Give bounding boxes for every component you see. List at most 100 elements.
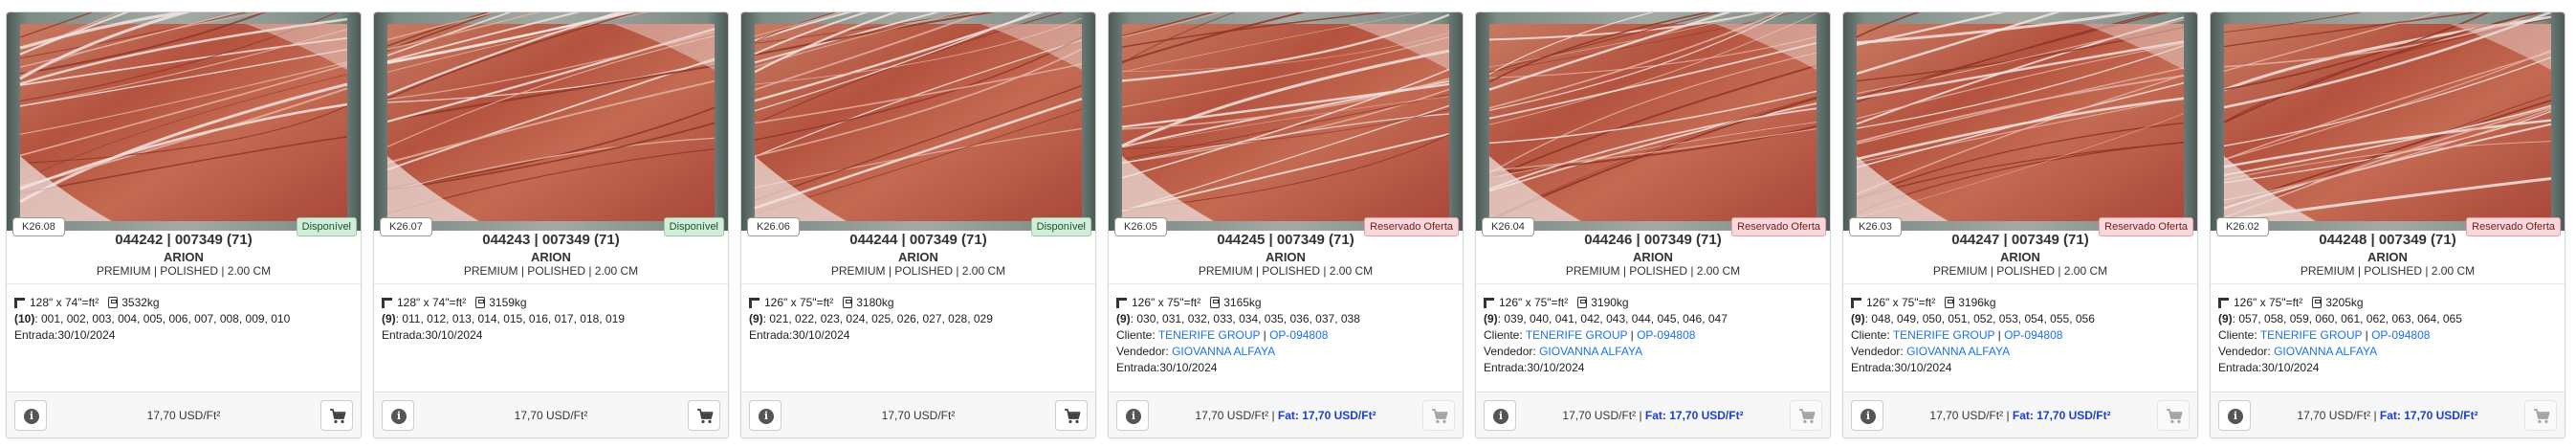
dimensions-icon [382,297,392,308]
divider [374,283,728,284]
location-tag: K26.08 [12,217,65,236]
seller-link[interactable]: GIOVANNA ALFAYA [1172,345,1275,358]
status-badge: Reservado Oferta [1731,217,1826,236]
seller-link[interactable]: GIOVANNA ALFAYA [1906,345,2010,358]
divider [7,283,361,284]
slab-details: 126" x 75"=ft² 3205kg (9): 057, 058, 059… [2218,294,2559,376]
slab-card-6[interactable]: K26.03 Reservado Oferta 044247 | 007349 … [1842,11,2198,438]
weight: 3532kg [121,295,160,309]
weight: 3205kg [2325,295,2364,309]
material-spec: PREMIUM | POLISHED | 2.00 CM [463,264,639,278]
add-to-cart-button[interactable] [1422,400,1455,431]
slab-card-2[interactable]: K26.07 Disponível 044243 | 007349 (71) A… [373,11,729,438]
seller-row: Vendedor: GIOVANNA ALFAYA [1484,344,1824,360]
slab-image [1856,12,2185,221]
material-name: ARION [2000,250,2040,264]
add-to-cart-button[interactable] [2524,400,2557,431]
add-to-cart-button[interactable] [320,400,353,431]
seller-link[interactable]: GIOVANNA ALFAYA [1539,345,1642,358]
slab-photo[interactable] [741,12,1095,231]
client-link[interactable]: TENERIFE GROUP [1158,328,1260,342]
weight-icon [108,297,119,308]
dimensions: 126" x 75"=ft² [764,295,834,309]
cart-icon [697,409,714,424]
cart-icon [1799,409,1816,424]
seller-label: Vendedor: [1851,345,1907,358]
slab-card-1[interactable]: K26.08 Disponível 044242 | 007349 (71) A… [6,11,362,438]
seller-link[interactable]: GIOVANNA ALFAYA [2274,345,2377,358]
slab-count: (10) [14,312,35,325]
op-link[interactable]: OP-094808 [1269,328,1328,342]
slab-photo[interactable] [374,12,728,231]
cart-icon [1065,409,1081,424]
slab-details: 126" x 75"=ft² 3180kg (9): 021, 022, 023… [749,294,1090,344]
slab-card-3[interactable]: K26.06 Disponível 044244 | 007349 (71) A… [740,11,1096,438]
dimensions: 126" x 75"=ft² [1866,295,1936,309]
location-tag: K26.03 [1849,217,1902,236]
price-value: 17,70 USD/Ft² [881,409,956,422]
slab-photo[interactable] [7,12,361,231]
slab-details: 128" x 74"=ft² 3159kg (9): 011, 012, 013… [382,294,722,344]
divider [1476,283,1830,284]
slab-count: (9) [1851,312,1865,325]
op-link[interactable]: OP-094808 [2004,328,2062,342]
slab-details: 126" x 75"=ft² 3190kg (9): 039, 040, 041… [1484,294,1824,376]
card-footer: i 17,70 USD/Ft² | [7,392,361,437]
slab-card-4[interactable]: K26.05 Reservado Oferta 044245 | 007349 … [1108,11,1464,438]
entry-date: Entrada:30/10/2024 [1484,361,1585,374]
slab-card-5[interactable]: K26.04 Reservado Oferta 044246 | 007349 … [1475,11,1831,438]
card-footer: i 17,70 USD/Ft² | [374,392,728,437]
fat-wrap: | Fat: 17,70 USD/Ft² [1268,409,1376,422]
divider [741,283,1095,284]
slab-photo[interactable] [2211,12,2565,231]
add-to-cart-button[interactable] [1055,400,1088,431]
material-name: ARION [164,250,204,264]
dimensions: 128" x 74"=ft² [397,295,467,309]
slab-card-7[interactable]: K26.02 Reservado Oferta 044248 | 007349 … [2210,11,2565,438]
op-link[interactable]: OP-094808 [1637,328,1695,342]
client-link[interactable]: TENERIFE GROUP [2260,328,2362,342]
client-link[interactable]: TENERIFE GROUP [1526,328,1627,342]
seller-label: Vendedor: [1116,345,1173,358]
seller-row: Vendedor: GIOVANNA ALFAYA [2218,344,2559,360]
add-to-cart-button[interactable] [1790,400,1822,431]
material-name: ARION [1633,250,1673,264]
slab-image [1121,12,1450,221]
dimensions-icon [14,297,25,308]
dimensions-icon [1116,297,1127,308]
location-tag: K26.06 [747,217,800,236]
price-value: 17,70 USD/Ft² [1195,409,1269,422]
op-link[interactable]: OP-094808 [2371,328,2430,342]
weight-icon [475,297,486,308]
cart-icon [330,409,346,424]
entry-date: Entrada:30/10/2024 [749,328,850,342]
material-spec: PREMIUM | POLISHED | 2.00 CM [2300,264,2476,278]
weight-icon [1210,297,1221,308]
client-row: Cliente: TENERIFE GROUP | OP-094808 [1116,327,1457,344]
price-value: 17,70 USD/Ft² [514,409,588,422]
material-spec: PREMIUM | POLISHED | 2.00 CM [1565,264,1741,278]
slab-list: : 030, 031, 032, 033, 034, 035, 036, 037… [1130,312,1360,325]
weight-icon [1945,297,1955,308]
weight: 3159kg [489,295,527,309]
slab-photo[interactable] [1476,12,1830,231]
slab-numbers: (9): 030, 031, 032, 033, 034, 035, 036, … [1116,311,1457,327]
price: 17,70 USD/Ft² | [741,409,1095,422]
dimensions-icon [2218,297,2229,308]
entry-date: Entrada:30/10/2024 [1116,361,1218,374]
slab-list: : 001, 002, 003, 004, 005, 006, 007, 008… [34,312,291,325]
add-to-cart-button[interactable] [688,400,720,431]
card-footer: i 17,70 USD/Ft² | Fat: 17,70 USD/Ft² [1843,392,2197,437]
slab-list: : 039, 040, 041, 042, 043, 044, 045, 046… [1497,312,1728,325]
price: 17,70 USD/Ft² | Fat: 17,70 USD/Ft² [1109,409,1463,422]
client-link[interactable]: TENERIFE GROUP [1893,328,1994,342]
card-footer: i 17,70 USD/Ft² | Fat: 17,70 USD/Ft² [1476,392,1830,437]
status-badge: Reservado Oferta [2466,217,2561,236]
price: 17,70 USD/Ft² | Fat: 17,70 USD/Ft² [1843,409,2197,422]
slab-photo[interactable] [1843,12,2197,231]
dimensions: 126" x 75"=ft² [1132,295,1201,309]
add-to-cart-button[interactable] [2157,400,2190,431]
card-footer: i 17,70 USD/Ft² | Fat: 17,70 USD/Ft² [1109,392,1463,437]
slab-numbers: (10): 001, 002, 003, 004, 005, 006, 007,… [14,311,355,327]
slab-photo[interactable] [1109,12,1463,231]
